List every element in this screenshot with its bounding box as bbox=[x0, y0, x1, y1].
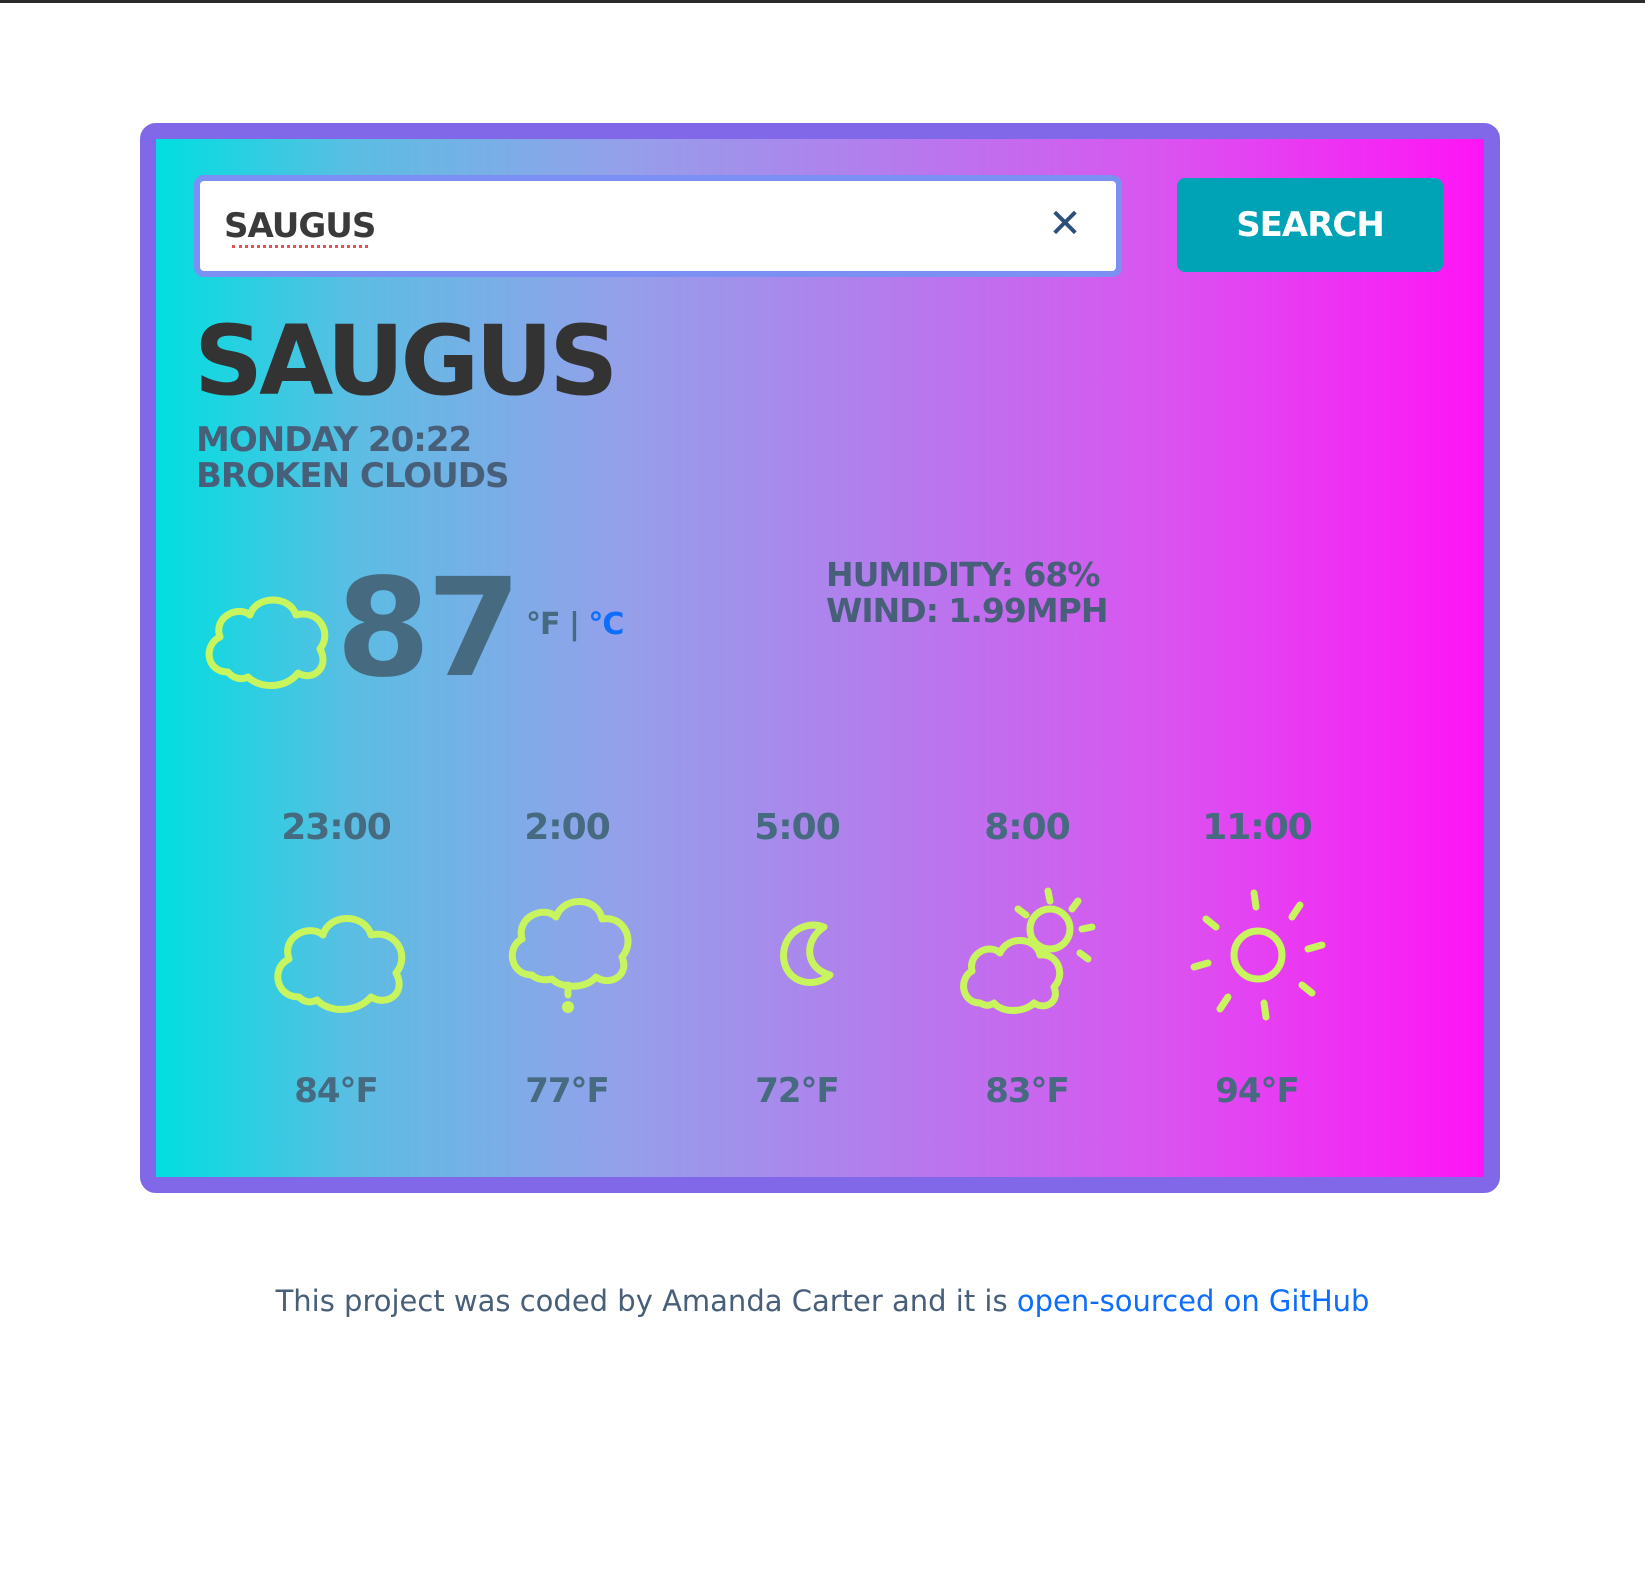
forecast-time: 8:00 bbox=[984, 807, 1071, 848]
cloud-drizzle-icon bbox=[508, 898, 632, 1013]
forecast-temp: 77°F bbox=[525, 1071, 610, 1111]
footer-text: This project was coded by Amanda Carter … bbox=[275, 1284, 1017, 1318]
forecast-item: 5:00 72°F bbox=[697, 807, 897, 1111]
forecast-temp: 94°F bbox=[1215, 1071, 1300, 1111]
forecast-time: 11:00 bbox=[1202, 807, 1313, 848]
search-field[interactable]: ✕ bbox=[194, 175, 1122, 277]
weather-stats: Humidity: 68% Wind: 1.99mph bbox=[826, 555, 1108, 630]
window-top-border bbox=[0, 0, 1645, 3]
partly-cloudy-icon bbox=[960, 887, 1096, 1014]
footer: This project was coded by Amanda Carter … bbox=[0, 1284, 1645, 1318]
forecast-temp: 84°F bbox=[294, 1071, 379, 1111]
spellcheck-underline bbox=[232, 245, 368, 248]
fahrenheit-unit: °F bbox=[526, 607, 560, 642]
moon-icon bbox=[780, 921, 834, 986]
forecast-temp: 72°F bbox=[755, 1071, 840, 1111]
forecast-item: 2:00 77°F bbox=[467, 807, 667, 1111]
forecast-item: 11:00 94°F bbox=[1157, 807, 1357, 1111]
forecast-item: 23:00 84°F bbox=[236, 807, 436, 1111]
forecast-time: 2:00 bbox=[524, 807, 611, 848]
cloud-icon bbox=[274, 915, 406, 1013]
celsius-link[interactable]: °C bbox=[588, 607, 624, 642]
wind-value: Wind: 1.99mph bbox=[826, 591, 1108, 630]
forecast-item: 8:00 83°F bbox=[927, 807, 1127, 1111]
sun-icon bbox=[1190, 889, 1326, 1021]
cloud-icon bbox=[205, 596, 329, 689]
weather-app-card: ✕ Search Saugus Monday 20:22 Broken Clou… bbox=[140, 123, 1500, 1193]
forecast-time: 5:00 bbox=[754, 807, 841, 848]
search-button[interactable]: Search bbox=[1177, 178, 1443, 272]
unit-toggle: °F | °C bbox=[526, 607, 624, 642]
forecast-time: 23:00 bbox=[281, 807, 392, 848]
github-link[interactable]: open-sourced on GitHub bbox=[1017, 1284, 1370, 1318]
forecast-temp: 83°F bbox=[985, 1071, 1070, 1111]
current-temperature: 87 bbox=[336, 550, 521, 708]
current-datetime: Monday 20:22 bbox=[196, 420, 472, 460]
weather-description: Broken Clouds bbox=[196, 456, 509, 496]
city-name: Saugus bbox=[194, 305, 618, 417]
humidity-value: Humidity: 68% bbox=[826, 555, 1100, 594]
unit-separator: | bbox=[559, 607, 589, 642]
close-icon[interactable]: ✕ bbox=[1044, 203, 1086, 245]
